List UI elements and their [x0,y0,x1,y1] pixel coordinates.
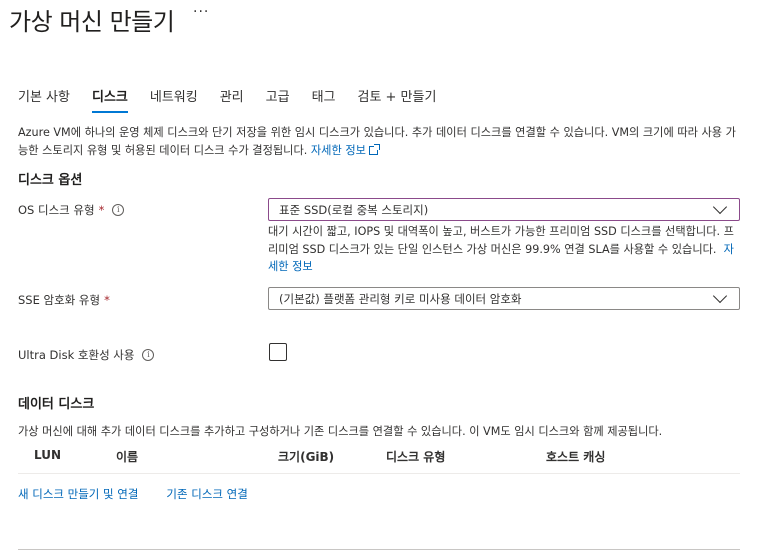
footer-divider [18,549,740,550]
os-disk-type-label: OS 디스크 유형 * i [18,202,125,218]
column-header-name[interactable]: 이름 [116,448,138,465]
data-disks-table-header: LUN 이름 크기(GiB) 디스크 유형 호스트 캐싱 [18,446,740,474]
attach-existing-disk-link[interactable]: 기존 디스크 연결 [166,486,247,502]
tab-disks[interactable]: 디스크 [91,86,128,113]
tab-bar: 기본 사항 디스크 네트워킹 관리 고급 태그 검토 + 만들기 [18,86,458,113]
column-header-lun[interactable]: LUN [34,448,61,462]
chevron-down-icon [712,288,728,304]
info-icon[interactable]: i [142,349,155,361]
learn-more-link[interactable]: 자세한 정보 [311,144,366,157]
sse-encryption-value: (기본값) 플랫폼 관리형 키로 미사용 데이터 암호화 [279,291,522,306]
data-disks-description: 가상 머신에 대해 추가 데이터 디스크를 추가하고 구성하거나 기존 디스크를… [18,425,663,438]
sse-encryption-dropdown[interactable]: (기본값) 플랫폼 관리형 키로 미사용 데이터 암호화 [268,287,740,310]
tab-networking[interactable]: 네트워킹 [150,86,198,113]
data-disks-heading: 데이터 디스크 [18,397,95,412]
os-disk-type-dropdown[interactable]: 표준 SSD(로컬 중복 스토리지) [268,198,740,221]
external-link-icon[interactable] [368,144,380,155]
column-header-size[interactable]: 크기(GiB) [278,448,334,465]
page-title: 가상 머신 만들기 [9,8,175,36]
tab-advanced[interactable]: 고급 [266,86,290,113]
sse-encryption-label-text: SSE 암호화 유형 [18,293,101,307]
tab-review-create[interactable]: 검토 + 만들기 [357,86,436,113]
data-disk-actions: 새 디스크 만들기 및 연결 기존 디스크 연결 [18,486,276,502]
required-asterisk: * [98,203,105,217]
os-disk-type-value: 표준 SSD(로컬 중복 스토리지) [279,202,429,217]
column-header-disk-type[interactable]: 디스크 유형 [386,448,445,465]
ultra-disk-checkbox[interactable] [269,343,287,361]
sse-encryption-label: SSE 암호화 유형 * [18,292,110,308]
os-disk-helper-text: 대기 시간이 짧고, IOPS 및 대역폭이 높고, 버스트가 가능한 프리미엄… [268,225,734,256]
tab-tags[interactable]: 태그 [312,86,336,113]
chevron-down-icon [712,199,728,215]
os-disk-type-label-text: OS 디스크 유형 [18,203,95,217]
disk-options-heading: 디스크 옵션 [18,173,83,188]
intro-description: Azure VM에 하나의 운영 체제 디스크와 단기 저장을 위한 임시 디스… [18,124,738,160]
ultra-disk-label-text: Ultra Disk 호환성 사용 [18,348,135,362]
os-disk-type-helper: 대기 시간이 짧고, IOPS 및 대역폭이 높고, 버스트가 가능한 프리미엄… [268,223,743,276]
info-icon[interactable]: i [112,204,125,216]
tab-management[interactable]: 관리 [220,86,244,113]
required-asterisk: * [104,293,110,307]
create-attach-disk-link[interactable]: 새 디스크 만들기 및 연결 [18,486,138,502]
tab-basics[interactable]: 기본 사항 [18,86,70,113]
ultra-disk-label: Ultra Disk 호환성 사용 i [18,347,155,363]
more-options-button[interactable]: ··· [193,4,209,20]
column-header-host-caching[interactable]: 호스트 캐싱 [546,448,605,465]
